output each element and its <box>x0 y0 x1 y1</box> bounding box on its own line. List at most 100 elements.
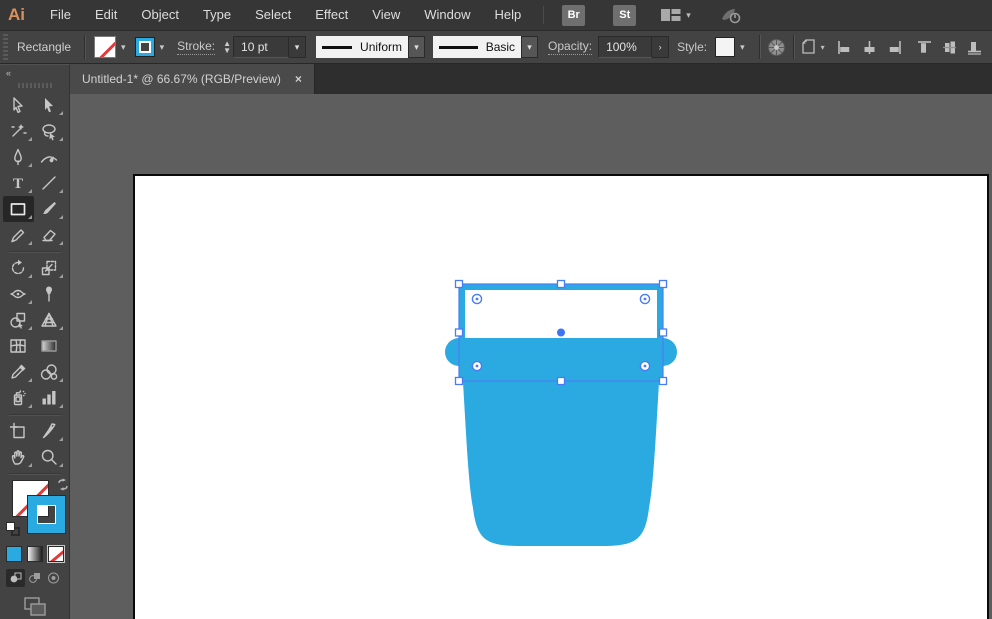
align-left-icon[interactable] <box>837 40 852 55</box>
handle-top-left <box>454 279 464 289</box>
menu-effect[interactable]: Effect <box>303 0 360 30</box>
brush-dropdown[interactable]: Basic <box>433 36 522 58</box>
tool-curvature[interactable] <box>34 144 65 170</box>
canvas-area[interactable] <box>70 94 992 619</box>
menu-help[interactable]: Help <box>482 0 533 30</box>
tool-type[interactable]: T <box>3 170 34 196</box>
stroke-proxy-blue[interactable] <box>28 496 65 533</box>
tool-symbol-sprayer[interactable] <box>3 385 34 411</box>
tool-artboard[interactable] <box>3 418 34 444</box>
stroke-weight-stepper[interactable]: ▲ ▼ <box>223 40 231 55</box>
center-point <box>557 328 565 337</box>
chevron-down-icon: ▾ <box>686 9 691 20</box>
tool-hand[interactable] <box>3 444 34 470</box>
default-fill-stroke-icon[interactable] <box>6 522 20 536</box>
tool-line-segment[interactable] <box>34 170 65 196</box>
document-tab-strip: Untitled-1* @ 66.67% (RGB/Preview) × <box>70 64 992 94</box>
no-fill-swatch <box>94 36 117 58</box>
stock-button[interactable]: St <box>613 4 637 26</box>
close-icon[interactable]: × <box>295 72 302 86</box>
menu-select[interactable]: Select <box>243 0 303 30</box>
change-screen-mode-icon[interactable] <box>24 597 69 619</box>
tool-puppet-warp[interactable] <box>34 281 65 307</box>
tool-perspective-grid[interactable] <box>34 307 65 333</box>
gradient-button[interactable] <box>27 546 43 562</box>
tool-direct-selection[interactable] <box>34 92 65 118</box>
tool-selection[interactable] <box>3 92 34 118</box>
handle-top-center <box>556 279 566 289</box>
menu-object[interactable]: Object <box>129 0 191 30</box>
handle-bottom-right <box>658 376 668 386</box>
gpu-performance-icon[interactable] <box>719 6 741 24</box>
document-tab[interactable]: Untitled-1* @ 66.67% (RGB/Preview) × <box>70 64 315 94</box>
stroke-panel-link[interactable]: Stroke: <box>177 39 216 55</box>
tool-eyedropper[interactable] <box>3 359 34 385</box>
align-to-selection-icon[interactable]: ▾ <box>801 38 825 56</box>
chevron-down-icon[interactable]: ▾ <box>116 38 131 57</box>
tool-mesh[interactable] <box>3 333 34 359</box>
recolor-artwork-icon[interactable] <box>767 38 786 57</box>
menu-file[interactable]: File <box>38 0 83 30</box>
bucket-body-shape <box>462 366 660 546</box>
align-top-icon[interactable] <box>917 40 932 55</box>
opacity-dropdown[interactable]: › <box>652 36 670 58</box>
opacity-panel-link[interactable]: Opacity: <box>548 39 593 55</box>
divider <box>8 251 61 252</box>
align-middle-icon[interactable] <box>942 40 957 55</box>
stroke-weight-field[interactable]: 10 pt <box>233 36 290 58</box>
menu-type[interactable]: Type <box>191 0 243 30</box>
divider <box>758 35 760 59</box>
divider <box>543 6 545 24</box>
bucket-artwork[interactable] <box>70 94 992 619</box>
panel-grip[interactable] <box>17 83 52 88</box>
tool-gradient[interactable] <box>34 333 65 359</box>
width-profile-dropdown[interactable]: Uniform <box>316 36 409 58</box>
swap-fill-stroke-icon[interactable] <box>56 478 70 494</box>
workspace-switcher-icon[interactable]: ▾ <box>660 7 691 23</box>
tool-paintbrush[interactable] <box>34 196 65 222</box>
tool-rotate[interactable] <box>3 255 34 281</box>
collapse-panel-icon[interactable]: « <box>0 65 69 81</box>
align-right-icon[interactable] <box>887 40 902 55</box>
align-bottom-icon[interactable] <box>967 40 982 55</box>
menu-view[interactable]: View <box>360 0 412 30</box>
menu-window[interactable]: Window <box>412 0 482 30</box>
svg-text:T: T <box>13 176 23 192</box>
stroke-weight-dropdown[interactable]: ▾ <box>289 36 307 58</box>
tools-panel: « T <box>0 64 70 619</box>
menu-edit[interactable]: Edit <box>83 0 129 30</box>
tool-width[interactable] <box>3 281 34 307</box>
stroke-swatch[interactable]: ▾ <box>134 37 170 57</box>
align-center-icon[interactable] <box>862 40 877 55</box>
color-button[interactable] <box>6 546 22 562</box>
tool-shape-builder[interactable] <box>3 307 34 333</box>
tool-eraser[interactable] <box>34 222 65 248</box>
bridge-button[interactable]: Br <box>562 4 586 26</box>
chevron-down-icon[interactable]: ▾ <box>735 38 750 57</box>
chevron-down-icon[interactable]: ▾ <box>408 36 426 58</box>
chevron-down-icon[interactable]: ▾ <box>155 38 170 57</box>
chevron-down-icon: ▾ <box>820 42 825 52</box>
tool-scale[interactable] <box>34 255 65 281</box>
tool-rectangle[interactable] <box>2 196 34 222</box>
draw-normal-button[interactable] <box>6 569 25 587</box>
tool-magic-wand[interactable] <box>3 118 34 144</box>
tool-pen[interactable] <box>3 144 34 170</box>
tool-column-graph[interactable] <box>34 385 65 411</box>
handle-mid-left <box>454 328 464 337</box>
tool-lasso[interactable] <box>34 118 65 144</box>
none-button[interactable] <box>47 545 65 563</box>
chevron-down-icon[interactable]: ▾ <box>521 36 539 58</box>
tool-slice[interactable] <box>34 418 65 444</box>
tool-shaper-pencil[interactable] <box>3 222 34 248</box>
draw-inside-button[interactable] <box>44 569 63 587</box>
fill-swatch[interactable]: ▾ <box>94 36 131 58</box>
tool-zoom[interactable] <box>34 444 65 470</box>
width-profile-preview <box>322 45 353 49</box>
panel-grip[interactable] <box>3 34 8 60</box>
style-swatch[interactable]: ▾ <box>715 37 750 57</box>
divider <box>792 35 794 59</box>
draw-behind-button[interactable] <box>25 569 44 587</box>
tool-blend[interactable] <box>34 359 65 385</box>
opacity-field[interactable]: 100% <box>598 36 653 58</box>
